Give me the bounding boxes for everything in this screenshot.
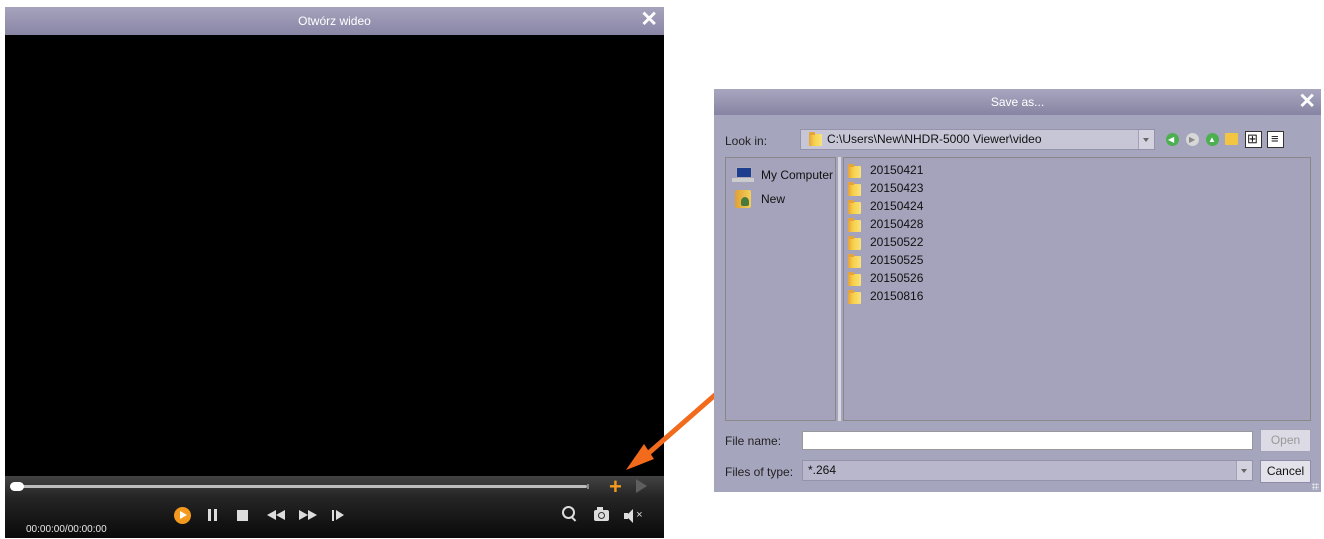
sidebar-item-label: New xyxy=(761,192,786,206)
file-name: 20150428 xyxy=(870,217,924,231)
folder-icon xyxy=(848,290,861,304)
file-name: 20150816 xyxy=(870,289,924,303)
icon-view-icon[interactable] xyxy=(1245,131,1262,148)
folder-icon xyxy=(848,182,861,196)
places-sidebar: My Computer New xyxy=(725,157,836,421)
folder-icon xyxy=(809,132,822,146)
user-folder-icon xyxy=(735,190,751,208)
resize-grip[interactable] xyxy=(1312,483,1319,490)
files-of-type-dropdown[interactable]: *.264 xyxy=(802,460,1253,481)
folder-icon xyxy=(848,254,861,268)
forward-icon[interactable] xyxy=(1186,133,1199,146)
files-of-type-value: *.264 xyxy=(808,463,837,477)
look-in-label: Look in: xyxy=(725,134,768,148)
chevron-down-icon[interactable] xyxy=(1236,461,1252,480)
file-name: 20150423 xyxy=(870,181,924,195)
arrow-head xyxy=(626,444,654,470)
file-name: 20150526 xyxy=(870,271,924,285)
save-as-dialog: Save as... ✕ Look in: C:\Users\New\NHDR-… xyxy=(714,89,1321,492)
computer-icon xyxy=(732,167,754,183)
cancel-button[interactable]: Cancel xyxy=(1260,460,1311,483)
file-name: 20150424 xyxy=(870,199,924,213)
file-list: 20150421 20150423 20150424 20150428 2015… xyxy=(843,157,1311,421)
close-icon[interactable]: ✕ xyxy=(1298,89,1316,114)
new-folder-icon[interactable] xyxy=(1225,133,1238,145)
detail-view-icon[interactable] xyxy=(1267,131,1284,148)
open-button[interactable]: Open xyxy=(1260,429,1311,452)
dialog-titlebar[interactable]: Save as... ✕ xyxy=(714,89,1321,115)
look-in-dropdown[interactable]: C:\Users\New\NHDR-5000 Viewer\video xyxy=(800,129,1155,150)
files-of-type-label: Files of type: xyxy=(725,465,794,479)
folder-icon xyxy=(848,200,861,214)
chevron-down-icon[interactable] xyxy=(1138,130,1154,149)
up-folder-icon[interactable] xyxy=(1206,133,1219,146)
look-in-path: C:\Users\New\NHDR-5000 Viewer\video xyxy=(827,132,1042,146)
pane-splitter[interactable] xyxy=(838,157,841,421)
file-name: 20150421 xyxy=(870,163,924,177)
file-name: 20150525 xyxy=(870,253,924,267)
folder-icon xyxy=(848,218,861,232)
back-icon[interactable] xyxy=(1166,133,1179,146)
dialog-title: Save as... xyxy=(990,95,1045,109)
sidebar-item-label: My Computer xyxy=(761,168,834,182)
file-name-label: File name: xyxy=(725,434,782,448)
folder-icon xyxy=(848,164,861,178)
file-name-input[interactable] xyxy=(802,431,1253,450)
folder-icon xyxy=(848,272,861,286)
file-name: 20150522 xyxy=(870,235,924,249)
folder-icon xyxy=(848,236,861,250)
